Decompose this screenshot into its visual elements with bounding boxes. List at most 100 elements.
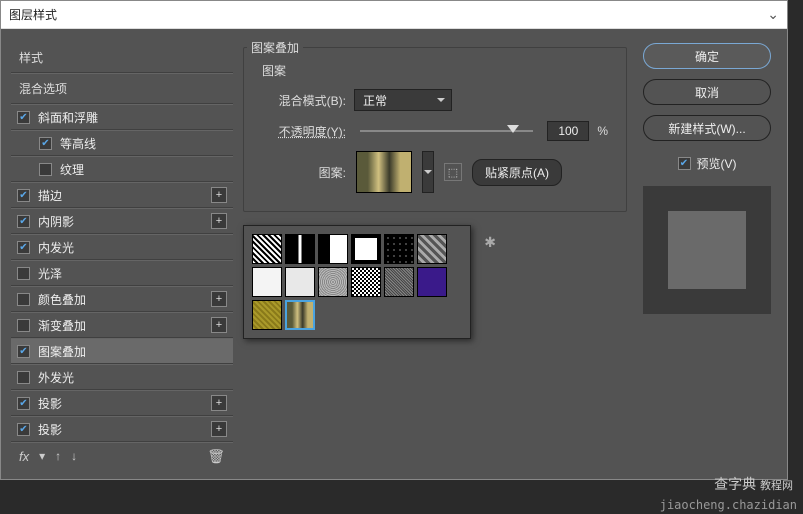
preview-label: 预览(V): [697, 155, 737, 172]
style-checkbox[interactable]: [17, 215, 30, 228]
style-label: 投影: [38, 421, 62, 438]
ok-button[interactable]: 确定: [643, 43, 771, 69]
style-label: 纹理: [60, 161, 84, 178]
blend-options-header[interactable]: 混合选项: [11, 73, 233, 104]
style-checkbox[interactable]: [39, 163, 52, 176]
titlebar: 图层样式 ⌄: [1, 1, 787, 29]
style-item[interactable]: 颜色叠加 +: [11, 286, 233, 312]
new-style-button[interactable]: 新建样式(W)...: [643, 115, 771, 141]
pattern-cell[interactable]: [285, 267, 315, 297]
style-item[interactable]: 描边 +: [11, 182, 233, 208]
style-item[interactable]: 内阴影 +: [11, 208, 233, 234]
slider-thumb[interactable]: [507, 125, 519, 139]
style-item[interactable]: 纹理: [11, 156, 233, 182]
pattern-cell[interactable]: [252, 300, 282, 330]
style-checkbox[interactable]: [17, 241, 30, 254]
opacity-label[interactable]: 不透明度(Y):: [262, 123, 346, 140]
style-item[interactable]: 斜面和浮雕: [11, 104, 233, 130]
pattern-group: 图案 混合模式(B): 正常 不透明度(Y): 100 % 图案: ⬚ 贴紧原点…: [243, 47, 627, 212]
opacity-input[interactable]: 100: [547, 121, 589, 141]
style-list: 斜面和浮雕等高线纹理描边 + 内阴影 + 内发光光泽颜色叠加 + 渐变叠加 + 图案叠加外发光投…: [11, 104, 233, 442]
style-checkbox[interactable]: [17, 111, 30, 124]
right-panel: 确定 取消 新建样式(W)... 预览(V): [637, 43, 777, 469]
pattern-cell[interactable]: [252, 267, 282, 297]
style-item[interactable]: 外发光: [11, 364, 233, 390]
pattern-grid: [252, 234, 462, 330]
sidebar-footer: fx ▾ ↑ ↓ 🗑: [11, 442, 233, 469]
pattern-picker: ✱: [243, 225, 471, 339]
add-effect-icon[interactable]: +: [211, 421, 227, 437]
snap-origin-button[interactable]: 贴紧原点(A): [472, 159, 562, 186]
panel-title: 图案叠加: [247, 39, 303, 56]
style-checkbox[interactable]: [17, 267, 30, 280]
watermark-url: jiaocheng.chazidian: [660, 498, 797, 512]
content: 样式 混合选项 斜面和浮雕等高线纹理描边+内阴影+内发光光泽颜色叠加+渐变叠加+…: [1, 29, 787, 479]
blend-mode-row: 混合模式(B): 正常: [262, 89, 608, 111]
cancel-button[interactable]: 取消: [643, 79, 771, 105]
pattern-cell[interactable]: [417, 234, 447, 264]
gear-icon[interactable]: ✱: [484, 234, 496, 251]
style-label: 投影: [38, 395, 62, 412]
close-icon[interactable]: ⌄: [767, 6, 779, 23]
fx-icon[interactable]: fx: [19, 449, 29, 464]
opacity-slider[interactable]: [360, 130, 533, 132]
pattern-cell[interactable]: [252, 234, 282, 264]
arrow-down-icon[interactable]: ↓: [71, 449, 77, 463]
style-checkbox[interactable]: [17, 371, 30, 384]
opacity-row: 不透明度(Y): 100 %: [262, 121, 608, 141]
pattern-cell[interactable]: [351, 267, 381, 297]
blend-mode-label: 混合模式(B):: [262, 92, 346, 109]
style-label: 外发光: [38, 369, 74, 386]
style-checkbox[interactable]: [17, 423, 30, 436]
style-checkbox[interactable]: [39, 137, 52, 150]
pattern-cell[interactable]: [384, 267, 414, 297]
style-label: 描边: [38, 187, 62, 204]
add-effect-icon[interactable]: +: [211, 317, 227, 333]
style-item[interactable]: 等高线: [11, 130, 233, 156]
pattern-row: 图案: ⬚ 贴紧原点(A): [262, 151, 608, 193]
pattern-cell-selected[interactable]: [285, 300, 315, 330]
style-item[interactable]: 光泽: [11, 260, 233, 286]
style-label: 图案叠加: [38, 343, 86, 360]
style-item[interactable]: 渐变叠加 +: [11, 312, 233, 338]
preview-toggle[interactable]: 预览(V): [678, 155, 737, 172]
style-checkbox[interactable]: [17, 293, 30, 306]
style-checkbox[interactable]: [17, 189, 30, 202]
style-checkbox[interactable]: [17, 345, 30, 358]
add-effect-icon[interactable]: +: [211, 213, 227, 229]
snap-origin-icon[interactable]: ⬚: [444, 163, 462, 181]
chevron-down-icon[interactable]: ▾: [39, 449, 45, 463]
blend-mode-select[interactable]: 正常: [354, 89, 452, 111]
style-item[interactable]: 内发光: [11, 234, 233, 260]
pattern-cell[interactable]: [417, 267, 447, 297]
pattern-swatch[interactable]: [356, 151, 412, 193]
pattern-label: 图案:: [296, 164, 346, 181]
add-effect-icon[interactable]: +: [211, 291, 227, 307]
style-label: 渐变叠加: [38, 317, 86, 334]
style-item[interactable]: 投影 +: [11, 416, 233, 442]
pattern-cell[interactable]: [384, 234, 414, 264]
style-item[interactable]: 图案叠加: [11, 338, 233, 364]
style-checkbox[interactable]: [17, 319, 30, 332]
add-effect-icon[interactable]: +: [211, 395, 227, 411]
pattern-cell[interactable]: [351, 234, 381, 264]
add-effect-icon[interactable]: +: [211, 187, 227, 203]
preview-checkbox[interactable]: [678, 157, 691, 170]
style-label: 内阴影: [38, 213, 74, 230]
pattern-cell[interactable]: [318, 267, 348, 297]
style-checkbox[interactable]: [17, 397, 30, 410]
pattern-cell[interactable]: [318, 234, 348, 264]
preview-box: [643, 186, 771, 314]
pattern-cell[interactable]: [285, 234, 315, 264]
settings-panel: 图案叠加 图案 混合模式(B): 正常 不透明度(Y): 100 % 图案:: [243, 43, 627, 469]
watermark-main: 查字典 教程网: [714, 474, 793, 494]
style-label: 颜色叠加: [38, 291, 86, 308]
trash-icon[interactable]: 🗑: [207, 448, 225, 465]
style-item[interactable]: 投影 +: [11, 390, 233, 416]
style-label: 内发光: [38, 239, 74, 256]
style-label: 斜面和浮雕: [38, 109, 98, 126]
pattern-dropdown-icon[interactable]: [422, 151, 434, 193]
layer-style-dialog: 图层样式 ⌄ 样式 混合选项 斜面和浮雕等高线纹理描边+内阴影+内发光光泽颜色叠…: [0, 0, 788, 480]
arrow-up-icon[interactable]: ↑: [55, 449, 61, 463]
pattern-subtitle: 图案: [262, 62, 608, 79]
